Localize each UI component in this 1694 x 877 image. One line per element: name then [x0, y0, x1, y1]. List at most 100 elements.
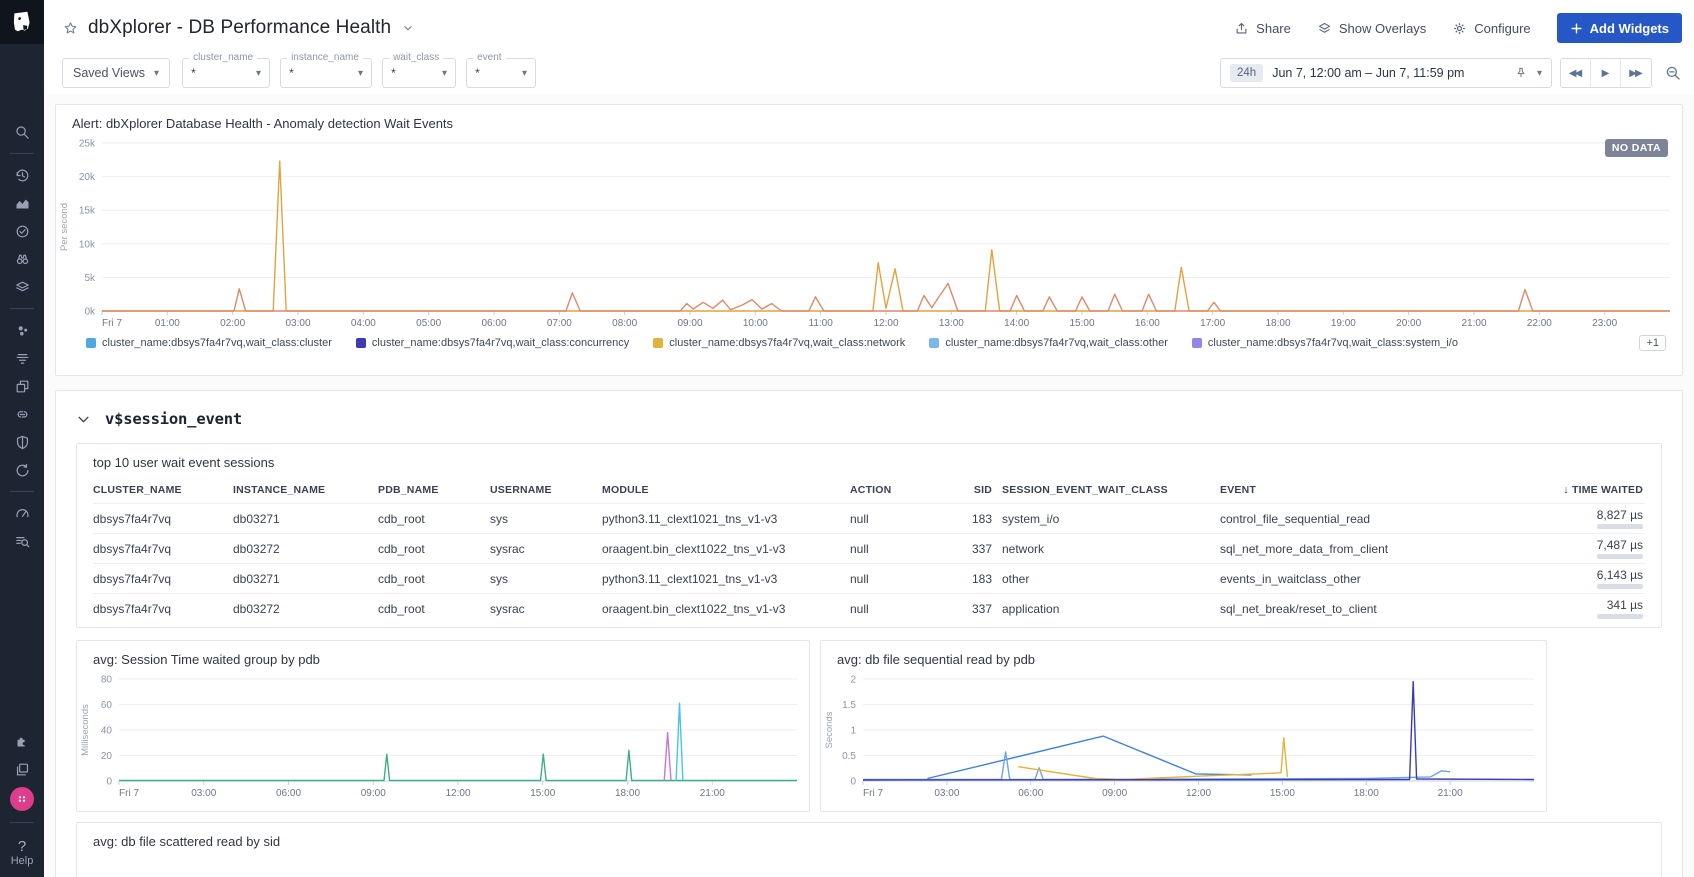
integrations-link-icon[interactable] — [0, 400, 44, 428]
column-header-time waited[interactable]: ↓TIME WAITED — [1466, 480, 1645, 500]
history-icon[interactable] — [0, 161, 44, 189]
time-play-button[interactable]: ▶ — [1591, 59, 1621, 87]
svg-text:20k: 20k — [79, 172, 96, 183]
svg-text:20: 20 — [101, 751, 113, 762]
saved-views-dropdown[interactable]: Saved Views▾ — [62, 58, 170, 88]
filter-event[interactable]: event*▾ — [466, 58, 536, 88]
column-header-action[interactable]: ACTION — [850, 480, 946, 500]
legend-item[interactable]: cluster_name:dbsys7fa4r7vq,wait_class:co… — [356, 337, 629, 349]
security-icon[interactable] — [0, 428, 44, 456]
legend-more-badge[interactable]: +1 — [1639, 335, 1666, 351]
table-row[interactable]: dbsys7fa4r7vqdb03272cdb_rootsysracoraage… — [93, 593, 1645, 623]
cell-cluster_name: dbsys7fa4r7vq — [93, 508, 233, 530]
caret-down-icon: ▾ — [442, 68, 447, 79]
share-button[interactable]: Share — [1234, 21, 1291, 36]
pin-icon[interactable] — [1514, 66, 1528, 80]
time-forward-button[interactable]: ▶▶ — [1621, 59, 1651, 87]
svg-text:15k: 15k — [79, 206, 96, 217]
svg-text:2: 2 — [850, 675, 856, 686]
group-collapse-header[interactable]: v$session_event — [76, 391, 1662, 441]
column-header-instance_name[interactable]: INSTANCE_NAME — [233, 480, 378, 500]
cell-cluster_name: dbsys7fa4r7vq — [93, 538, 233, 560]
cell-time-waited: 6,143 µs — [1466, 564, 1645, 593]
column-header-username[interactable]: USERNAME — [490, 480, 602, 500]
cell-module: oraagent.bin_clext1022_tns_v1-v3 — [602, 538, 850, 560]
share-icon — [1234, 21, 1249, 36]
cell-action: null — [850, 598, 946, 620]
workspaces-icon[interactable] — [0, 755, 44, 783]
favorite-star-icon[interactable] — [62, 20, 79, 37]
cell-sid: 183 — [946, 568, 1002, 590]
alert-widget-title: Alert: dbXplorer Database Health - Anoma… — [56, 105, 1682, 133]
wait-events-chart[interactable]: 0k5k10k15k20k25kPer secondFri 701:0002:0… — [56, 133, 1682, 331]
column-header-cluster_name[interactable]: CLUSTER_NAME — [93, 480, 233, 500]
column-header-module[interactable]: MODULE — [602, 480, 850, 500]
add-widgets-button[interactable]: Add Widgets — [1557, 13, 1682, 43]
svg-text:10:00: 10:00 — [743, 318, 768, 329]
software-catalog-icon[interactable] — [0, 372, 44, 400]
cell-instance_name: db03272 — [233, 538, 378, 560]
synthetics-icon[interactable] — [0, 456, 44, 484]
alert-wait-events-widget[interactable]: Alert: dbXplorer Database Health - Anoma… — [55, 104, 1683, 376]
column-header-event[interactable]: EVENT — [1220, 480, 1466, 500]
chart-title: avg: Session Time waited group by pdb — [77, 641, 809, 669]
zoom-out-icon[interactable] — [1664, 64, 1682, 82]
dashboards-icon[interactable] — [0, 273, 44, 301]
cell-sid: 183 — [946, 508, 1002, 530]
time-range-picker[interactable]: 24h Jun 7, 12:00 am – Jun 7, 11:59 pm ▾ — [1220, 58, 1552, 88]
user-avatar[interactable] — [10, 787, 34, 811]
sequential-read-chart[interactable]: 00.511.52SecondsFri 703:0006:0009:0012:0… — [821, 669, 1546, 801]
table-row[interactable]: dbsys7fa4r7vqdb03271cdb_rootsyspython3.1… — [93, 503, 1645, 533]
metrics-icon[interactable] — [0, 189, 44, 217]
time-back-button[interactable]: ◀◀ — [1561, 59, 1591, 87]
legend-item[interactable]: cluster_name:dbsys7fa4r7vq,wait_class:ot… — [929, 337, 1168, 349]
watchdog-icon[interactable] — [0, 245, 44, 273]
column-header-sid[interactable]: SID — [946, 480, 1002, 500]
filter-cluster_name[interactable]: cluster_name*▾ — [182, 58, 270, 88]
column-header-pdb_name[interactable]: PDB_NAME — [378, 480, 490, 500]
filter-instance_name[interactable]: instance_name*▾ — [280, 58, 372, 88]
filter-label: wait_class — [389, 52, 443, 63]
svg-text:0k: 0k — [84, 307, 96, 318]
show-overlays-button[interactable]: Show Overlays — [1317, 21, 1426, 36]
svg-text:09:00: 09:00 — [677, 318, 702, 329]
legend-item[interactable]: cluster_name:dbsys7fa4r7vq,wait_class:ne… — [653, 337, 905, 349]
caret-down-icon: ▾ — [154, 68, 159, 79]
session-time-waited-widget[interactable]: avg: Session Time waited group by pdb 02… — [76, 640, 810, 812]
legend-item[interactable]: cluster_name:dbsys7fa4r7vq,wait_class:sy… — [1192, 337, 1458, 349]
column-header-session_event_wait_class[interactable]: SESSION_EVENT_WAIT_CLASS — [1002, 480, 1220, 500]
legend-item[interactable]: cluster_name:dbsys7fa4r7vq,wait_class:cl… — [86, 337, 332, 349]
legend-label: cluster_name:dbsys7fa4r7vq,wait_class:co… — [372, 337, 629, 349]
monitors-icon[interactable] — [0, 217, 44, 245]
svg-text:01:00: 01:00 — [155, 318, 180, 329]
cell-instance_name: db03271 — [233, 508, 378, 530]
integrations-puzzle-icon[interactable] — [0, 727, 44, 755]
svg-text:Seconds: Seconds — [824, 711, 835, 748]
filter-wait_class[interactable]: wait_class*▾ — [382, 58, 456, 88]
cell-pdb_name: cdb_root — [378, 598, 490, 620]
svg-text:04:00: 04:00 — [351, 318, 376, 329]
gear-icon — [1452, 21, 1467, 36]
logs-icon[interactable] — [0, 344, 44, 372]
infrastructure-icon[interactable] — [0, 316, 44, 344]
svg-text:15:00: 15:00 — [1270, 788, 1295, 799]
time-waited-bar — [1597, 614, 1643, 619]
sidebar-divider — [10, 491, 34, 492]
session-time-chart[interactable]: 020406080MillisecondsFri 703:0006:0009:0… — [77, 669, 809, 801]
db-file-scattered-read-widget[interactable]: avg: db file scattered read by sid — [76, 822, 1662, 877]
configure-button[interactable]: Configure — [1452, 21, 1530, 36]
db-file-sequential-read-widget[interactable]: avg: db file sequential read by pdb 00.5… — [820, 640, 1547, 812]
cell-time-waited: 8,827 µs — [1466, 504, 1645, 533]
query-insights-icon[interactable] — [0, 527, 44, 555]
search-icon[interactable] — [0, 118, 44, 146]
svg-text:06:00: 06:00 — [276, 788, 301, 799]
question-mark-icon: ? — [11, 838, 34, 855]
title-chevron-down-icon[interactable] — [401, 21, 415, 35]
session-event-group: v$session_event top 10 user wait event s… — [55, 390, 1683, 877]
table-row[interactable]: dbsys7fa4r7vqdb03272cdb_rootsysracoraage… — [93, 533, 1645, 563]
time-range-text: Jun 7, 12:00 am – Jun 7, 11:59 pm — [1272, 66, 1464, 80]
help-button[interactable]: ?Help — [11, 838, 34, 867]
table-row[interactable]: dbsys7fa4r7vqdb03271cdb_rootsyspython3.1… — [93, 563, 1645, 593]
datadog-logo[interactable] — [0, 0, 44, 44]
service-management-icon[interactable] — [0, 499, 44, 527]
